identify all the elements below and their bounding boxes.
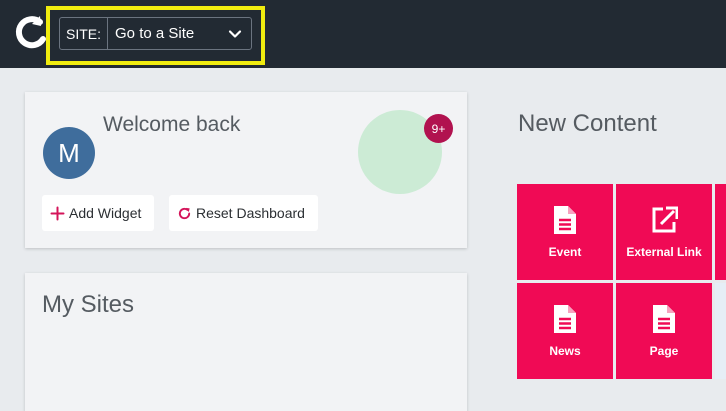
add-widget-label: Add Widget bbox=[69, 205, 142, 221]
app-logo-icon[interactable] bbox=[10, 12, 50, 52]
my-sites-title: My Sites bbox=[42, 291, 135, 318]
new-content-tile-page[interactable]: Page bbox=[616, 283, 712, 379]
welcome-card: M Welcome back 9+ Add Widget Reset Dashb… bbox=[25, 92, 467, 248]
new-content-tile-partial[interactable] bbox=[715, 184, 726, 280]
document-icon bbox=[554, 206, 576, 234]
new-content-tile-partial-light[interactable] bbox=[715, 283, 726, 379]
site-label: SITE: bbox=[60, 18, 109, 49]
add-widget-button[interactable]: Add Widget bbox=[42, 195, 154, 231]
chevron-down-icon bbox=[228, 29, 242, 38]
site-selector-value: Go to a Site bbox=[115, 25, 195, 42]
avatar[interactable]: M bbox=[43, 127, 95, 179]
tile-label: External Link bbox=[626, 245, 702, 259]
new-content-tile-news[interactable]: News bbox=[517, 283, 613, 379]
new-content-title: New Content bbox=[518, 110, 657, 137]
tile-label: News bbox=[549, 344, 581, 358]
refresh-icon bbox=[178, 207, 191, 219]
welcome-message: Welcome back bbox=[103, 113, 241, 136]
tile-label: Event bbox=[548, 245, 582, 259]
reset-dashboard-label: Reset Dashboard bbox=[196, 205, 305, 221]
document-icon bbox=[653, 305, 675, 333]
external-link-icon bbox=[652, 206, 678, 233]
notification-badge[interactable]: 9+ bbox=[424, 114, 453, 143]
avatar-initial: M bbox=[58, 137, 80, 168]
reset-dashboard-button[interactable]: Reset Dashboard bbox=[169, 195, 318, 231]
document-icon bbox=[554, 305, 576, 333]
my-sites-card: My Sites bbox=[25, 273, 467, 411]
top-bar: SITE: Go to a Site bbox=[0, 0, 726, 68]
new-content-tile-event[interactable]: Event bbox=[517, 184, 613, 280]
plus-icon bbox=[50, 206, 65, 220]
tile-label: Page bbox=[649, 344, 679, 358]
notification-count: 9+ bbox=[431, 121, 446, 136]
site-selector[interactable]: SITE: Go to a Site bbox=[59, 17, 252, 50]
new-content-tile-external-link[interactable]: External Link bbox=[616, 184, 712, 280]
